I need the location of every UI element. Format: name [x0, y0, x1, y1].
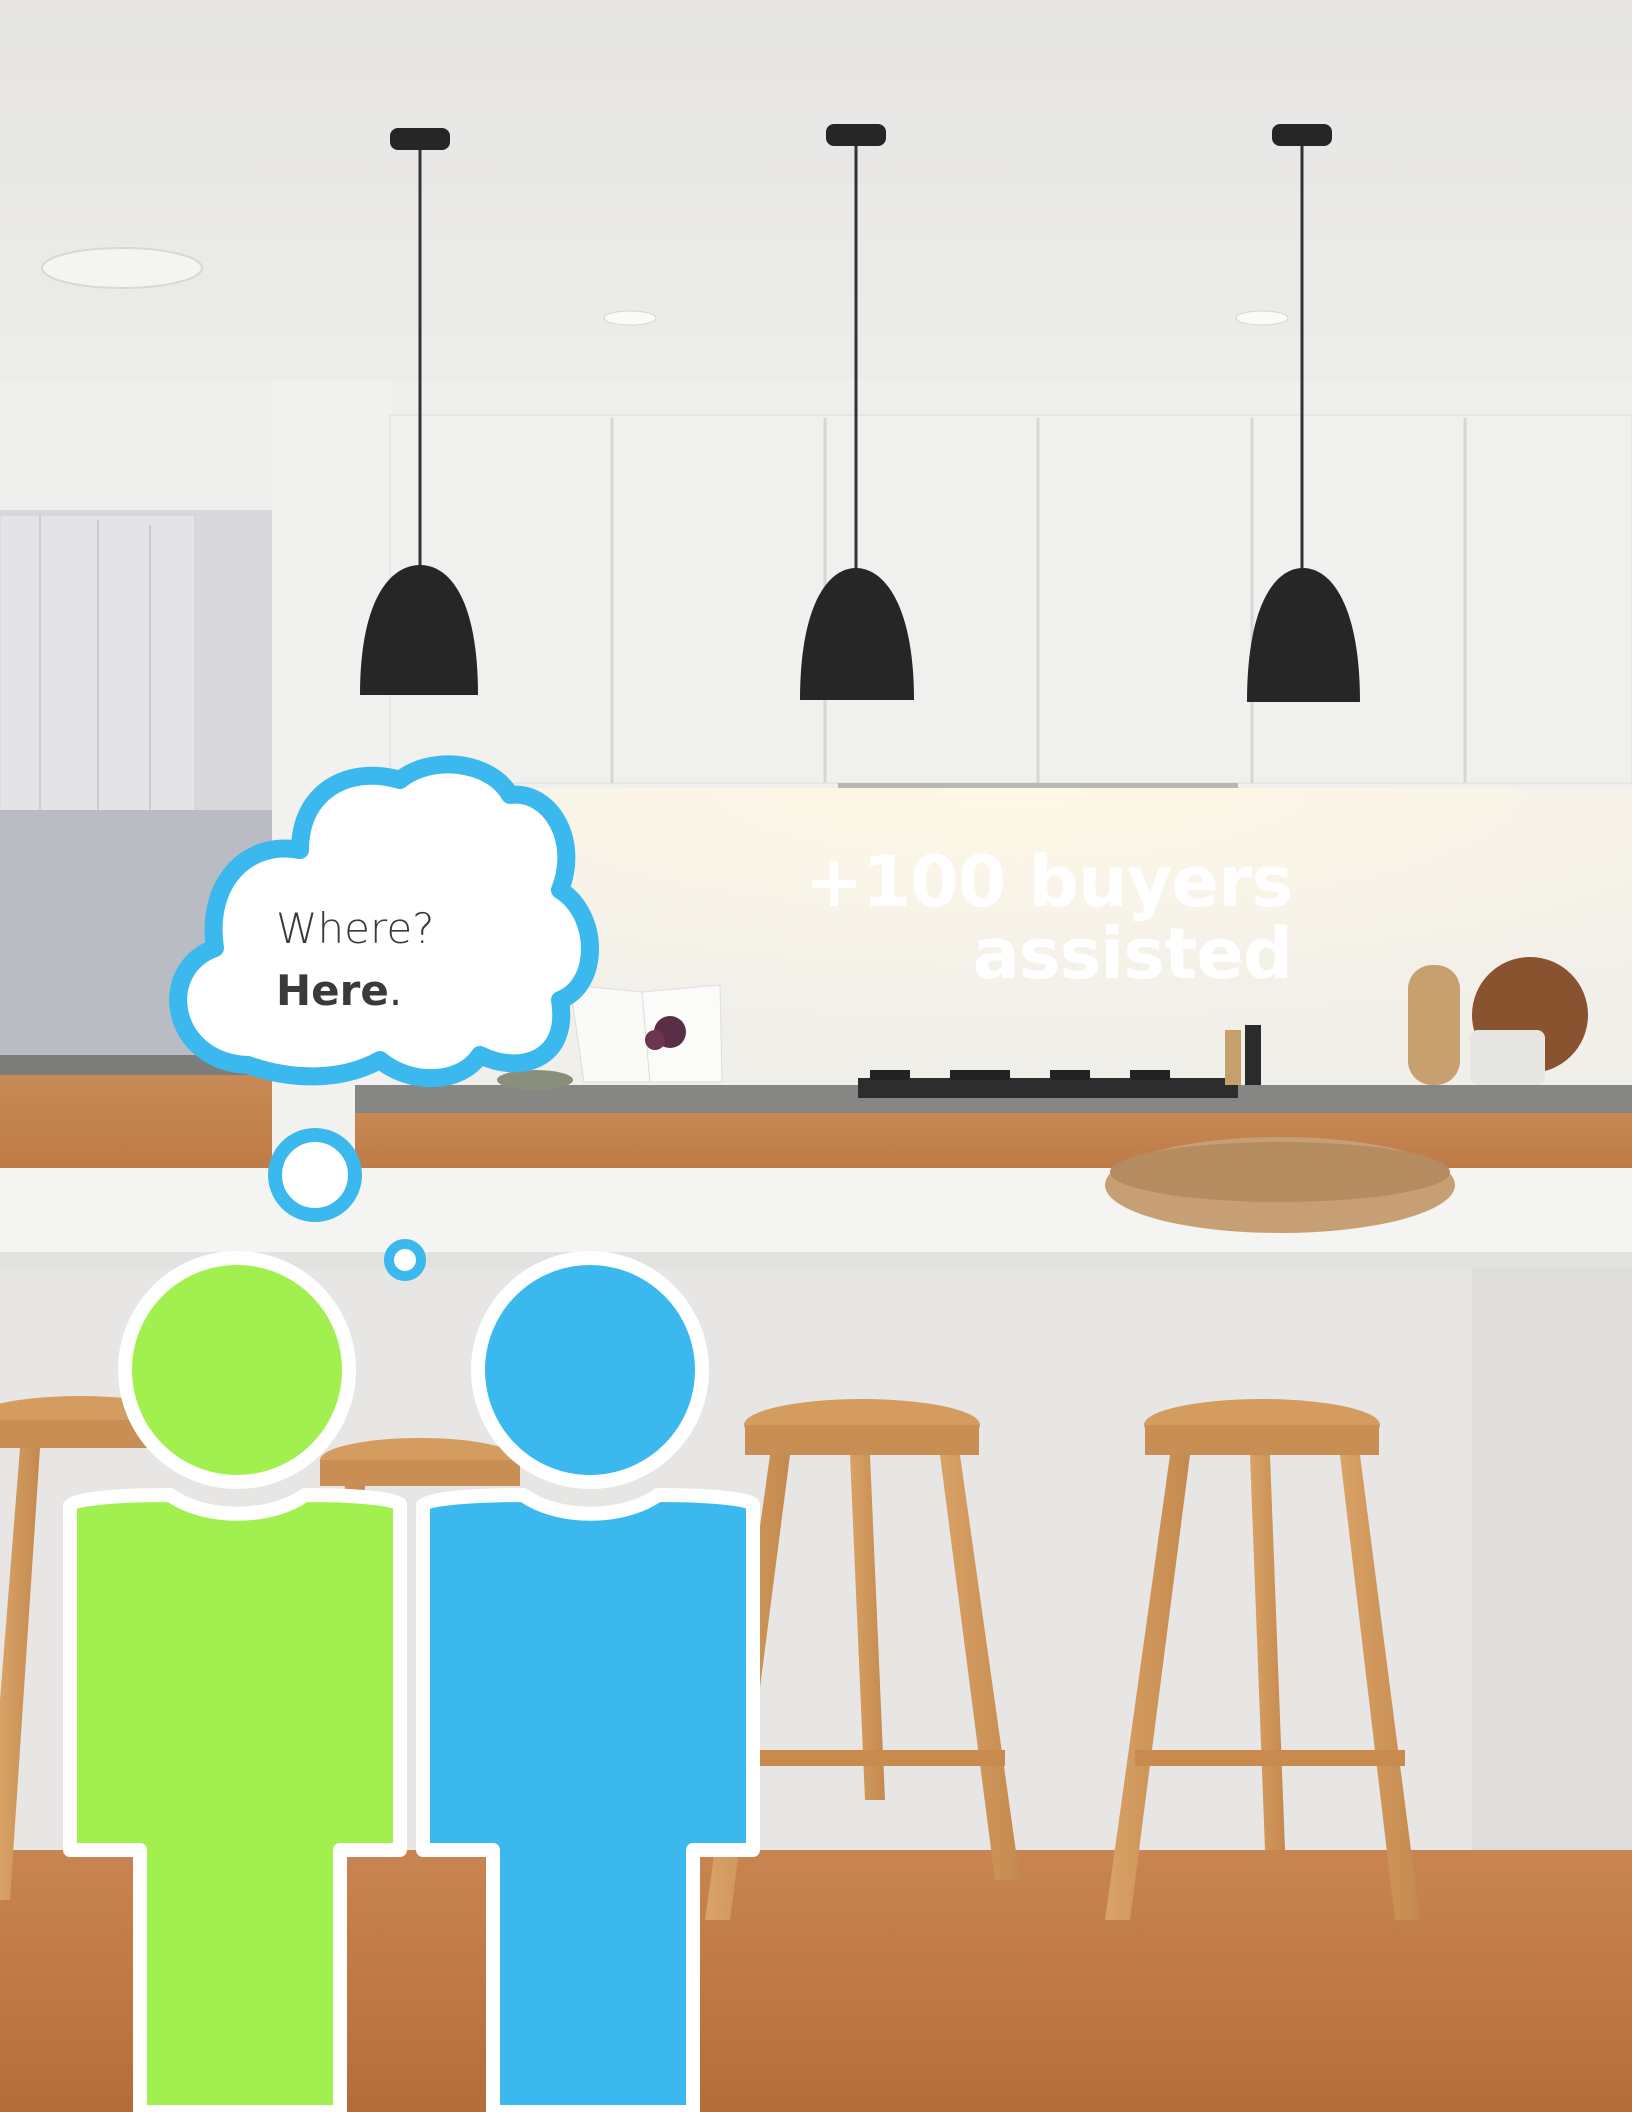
bubble-text: Where? Here.	[276, 898, 434, 1022]
cookbook	[569, 984, 723, 1083]
headline: +100 buyers assisted	[804, 841, 1293, 995]
headline-line-2: assisted	[972, 913, 1293, 995]
bubble-answer: Here	[276, 966, 389, 1015]
ceiling	[0, 0, 1632, 420]
headline-line-1: +100 buyers	[804, 841, 1293, 923]
kitchen-scene	[0, 0, 1632, 2112]
downlight	[603, 310, 657, 326]
ceiling-speaker	[41, 247, 203, 289]
upper-cabinets	[389, 414, 1632, 784]
bowl	[497, 1070, 573, 1090]
bubble-question: Where?	[276, 904, 435, 953]
downlight	[1235, 310, 1289, 326]
bubble-answer-punct: .	[388, 966, 403, 1015]
